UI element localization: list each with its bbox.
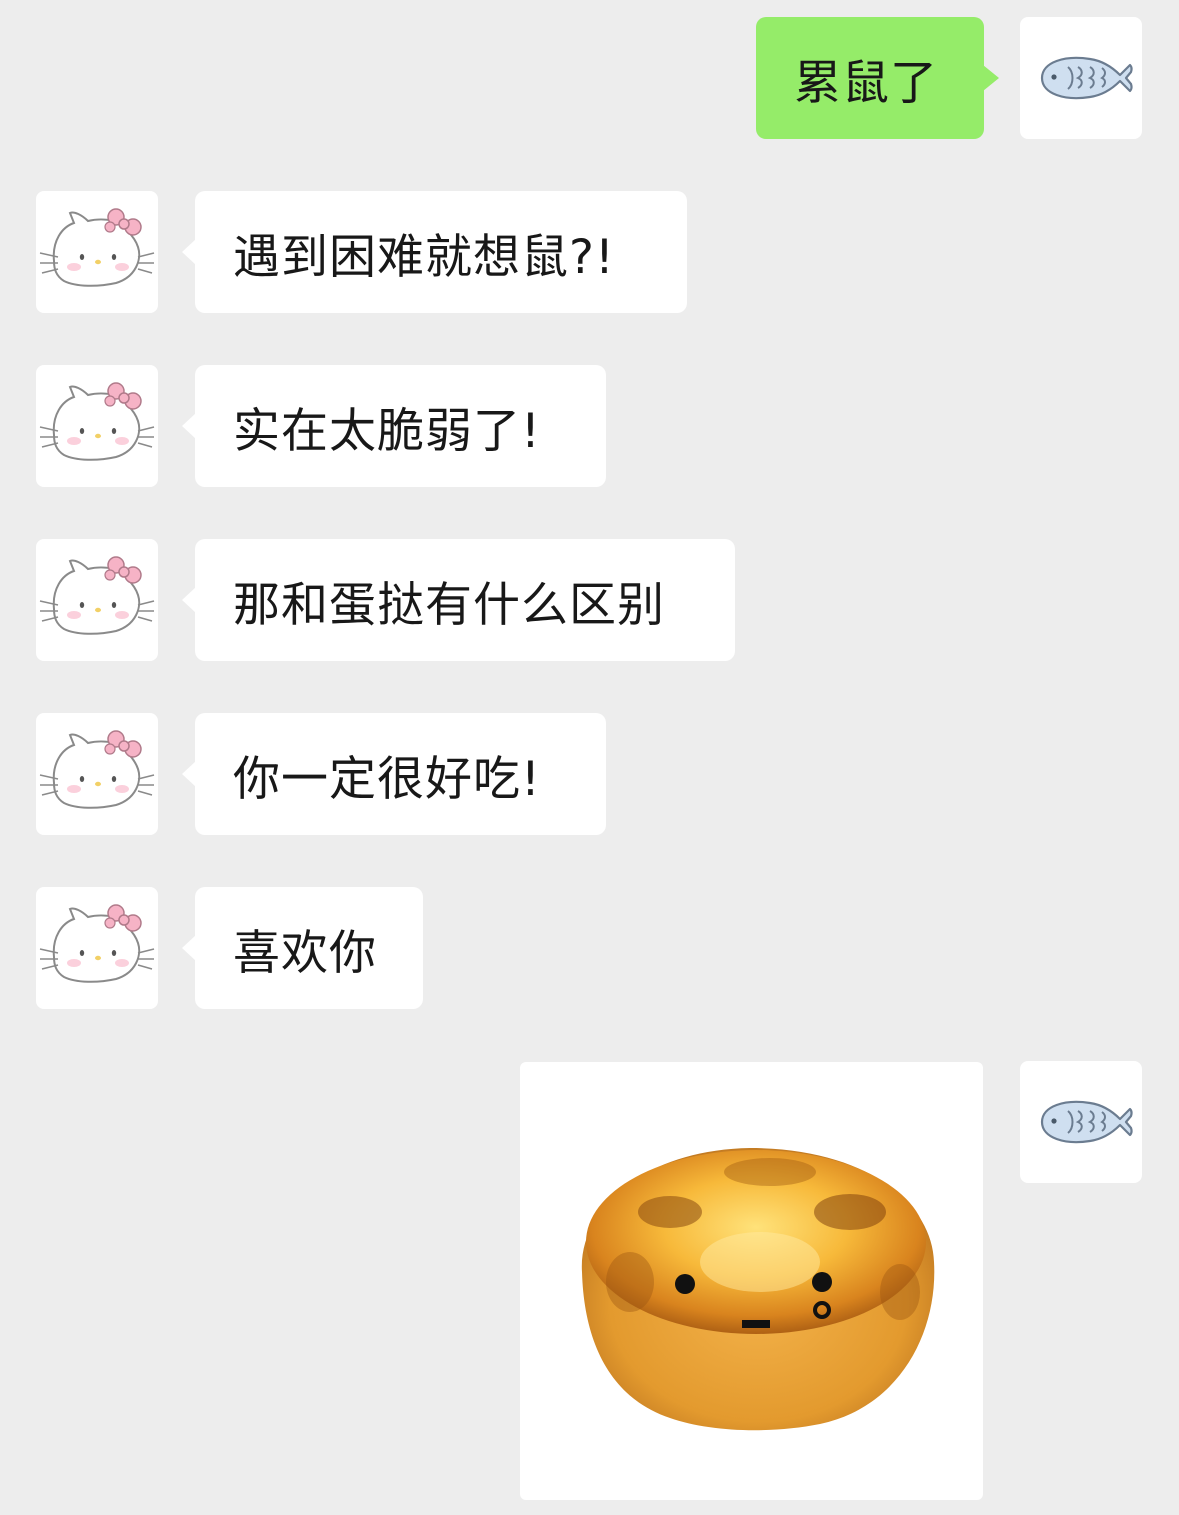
- message-text: 实在太脆弱了!: [233, 403, 541, 459]
- message-bubble-incoming[interactable]: 遇到困难就想鼠?!: [182, 191, 687, 313]
- hello-kitty-icon: [36, 191, 158, 313]
- message-bubble-incoming[interactable]: 那和蛋挞有什么区别: [182, 539, 735, 661]
- message-text: 喜欢你: [233, 925, 377, 981]
- message-bubble-outgoing[interactable]: 累鼠了: [756, 17, 999, 139]
- friend-avatar[interactable]: [36, 365, 158, 487]
- hello-kitty-icon: [36, 365, 158, 487]
- hello-kitty-icon: [36, 713, 158, 835]
- message-text: 遇到困难就想鼠?!: [233, 229, 615, 285]
- friend-avatar[interactable]: [36, 887, 158, 1009]
- message-bubble-incoming[interactable]: 实在太脆弱了!: [182, 365, 606, 487]
- friend-avatar[interactable]: [36, 539, 158, 661]
- self-avatar[interactable]: [1020, 17, 1142, 139]
- message-bubble-incoming[interactable]: 喜欢你: [182, 887, 423, 1009]
- hello-kitty-icon: [36, 539, 158, 661]
- fish-taiyaki-icon: [1020, 1061, 1142, 1183]
- self-avatar[interactable]: [1020, 1061, 1142, 1183]
- friend-avatar[interactable]: [36, 191, 158, 313]
- egg-tart-image: [581, 1148, 935, 1431]
- message-bubble-incoming[interactable]: 你一定很好吃!: [182, 713, 606, 835]
- message-text: 累鼠了: [794, 55, 938, 111]
- friend-avatar[interactable]: [36, 713, 158, 835]
- message-text: 那和蛋挞有什么区别: [233, 577, 665, 633]
- image-message[interactable]: [520, 1062, 983, 1500]
- hello-kitty-icon: [36, 887, 158, 1009]
- fish-taiyaki-icon: [1020, 17, 1142, 139]
- message-text: 你一定很好吃!: [233, 751, 541, 807]
